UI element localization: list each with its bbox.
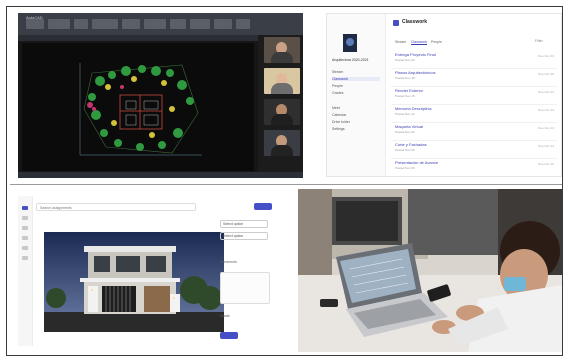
video-tile-3[interactable]	[264, 99, 300, 125]
collage-divider	[10, 184, 562, 185]
ribbon-group[interactable]	[48, 19, 70, 29]
ribbon-group[interactable]	[26, 19, 44, 29]
assignment-title: Planos Arquitectónicos	[395, 70, 436, 75]
cad-status-bar	[18, 172, 303, 178]
assignment-title: Maqueta Virtual	[395, 124, 423, 129]
rail-home-icon[interactable]	[22, 206, 28, 210]
assignment-posted: Posted Nov 09	[395, 130, 415, 134]
list-item[interactable]: Entrega Proyecto Final Posted Nov 20 Due N…	[391, 50, 557, 69]
rail-settings-icon[interactable]	[22, 256, 28, 260]
class-name: Arquitectura 2020-2021	[332, 58, 369, 62]
tab-classwork[interactable]: Classwork	[411, 40, 428, 45]
list-item[interactable]: Maqueta Virtual Posted Nov 09 Due Nov 16	[391, 122, 557, 141]
tab-people[interactable]: People	[431, 40, 442, 44]
assignment-posted: Posted Nov 06	[395, 148, 415, 152]
ribbon-group[interactable]	[190, 19, 210, 29]
sidebar-item-classwork[interactable]: Classwork	[332, 77, 380, 81]
ribbon-group[interactable]	[122, 19, 140, 29]
architectural-render-image	[44, 232, 224, 332]
ribbon-group[interactable]	[236, 19, 250, 29]
cad-video-call-panel: AutoCAD	[18, 13, 303, 178]
participant-body	[271, 83, 293, 94]
video-tile-4[interactable]	[264, 130, 300, 156]
assignment-posted: Posted Nov 15	[395, 94, 415, 98]
sidebar-item-meet[interactable]: Meet	[332, 106, 380, 110]
ribbon-group[interactable]	[170, 19, 186, 29]
ribbon-group[interactable]	[214, 19, 232, 29]
assignment-posted: Posted Nov 20	[395, 58, 415, 62]
sidebar-item-grades[interactable]: Grades	[332, 91, 380, 95]
participant-body	[271, 145, 293, 156]
video-tile-1[interactable]	[264, 37, 300, 63]
assignment-title: Presentación de Avance	[395, 160, 439, 165]
cad-drawing-canvas[interactable]	[22, 43, 254, 171]
assignment-title: Corte y Fachadas	[395, 142, 427, 147]
app-rail	[18, 196, 33, 346]
assignment-panel: Search assignments Select option Select …	[18, 196, 276, 346]
ribbon-group[interactable]	[144, 19, 166, 29]
page-title: Classwork	[402, 19, 428, 25]
rail-todo-icon[interactable]	[22, 236, 28, 240]
option-select-2[interactable]: Select option	[220, 232, 268, 240]
assignment-due: Due Nov 13	[538, 144, 554, 148]
grade-label: Grade	[220, 314, 230, 318]
assignment-posted: Posted Nov 18	[395, 76, 415, 80]
rail-calendar-icon[interactable]	[22, 216, 28, 220]
site-plan-drawing	[79, 63, 202, 156]
list-item[interactable]: Corte y Fachadas Posted Nov 06 Due Nov 13	[391, 140, 557, 159]
search-input[interactable]: Search assignments	[36, 203, 196, 211]
assignment-title: Render Exterior	[395, 88, 424, 93]
assignment-due: Due Nov 25	[538, 72, 554, 76]
filter-button[interactable]: Filter	[535, 39, 543, 43]
option-select-1[interactable]: Select option	[220, 220, 268, 228]
ribbon-group[interactable]	[92, 19, 118, 29]
comments-label: Comments	[220, 260, 237, 264]
class-cover-image	[343, 34, 357, 52]
assignment-due: Due Nov 30	[538, 54, 554, 58]
sidebar-item-drive[interactable]: Drive folder	[332, 120, 380, 124]
send-button[interactable]	[220, 332, 238, 339]
assignment-posted: Posted Nov 03	[395, 166, 415, 170]
assignment-due: Due Nov 19	[538, 108, 554, 112]
assignment-title: Entrega Proyecto Final	[395, 52, 436, 57]
assignment-title: Memoria Descriptiva	[395, 106, 432, 111]
tab-stream[interactable]: Stream	[395, 40, 406, 44]
cad-ribbon-toolbar: AutoCAD	[18, 13, 303, 35]
sidebar-item-calendar[interactable]: Calendar	[332, 113, 380, 117]
class-sidebar: Arquitectura 2020-2021 Stream Classwork …	[327, 14, 386, 176]
rail-archive-icon[interactable]	[22, 246, 28, 250]
participant-body	[271, 114, 293, 125]
sidebar-item-stream[interactable]: Stream	[332, 70, 380, 74]
student-working-photo	[298, 189, 562, 352]
list-item[interactable]: Planos Arquitectónicos Posted Nov 18 Due N…	[391, 68, 557, 87]
assignment-due: Due Nov 22	[538, 90, 554, 94]
video-tile-2[interactable]	[264, 68, 300, 94]
list-item[interactable]: Render Exterior Posted Nov 15 Due Nov 22	[391, 86, 557, 105]
assignment-due: Due Nov 16	[538, 126, 554, 130]
rail-classes-icon[interactable]	[22, 226, 28, 230]
classwork-list-panel: Arquitectura 2020-2021 Stream Classwork …	[326, 13, 562, 177]
submit-button[interactable]	[254, 203, 272, 210]
ribbon-group[interactable]	[74, 19, 88, 29]
participant-body	[271, 52, 293, 63]
list-item[interactable]: Memoria Descriptiva Posted Nov 12 Due Nov …	[391, 104, 557, 123]
sidebar-item-people[interactable]: People	[332, 84, 380, 88]
comments-textarea[interactable]	[220, 272, 270, 304]
sidebar-item-settings[interactable]: Settings	[332, 127, 380, 131]
assignment-due: Due Nov 10	[538, 162, 554, 166]
assignment-posted: Posted Nov 12	[395, 112, 415, 116]
classwork-icon	[393, 20, 399, 26]
list-item[interactable]: Presentación de Avance Posted Nov 03 Due N…	[391, 158, 557, 176]
